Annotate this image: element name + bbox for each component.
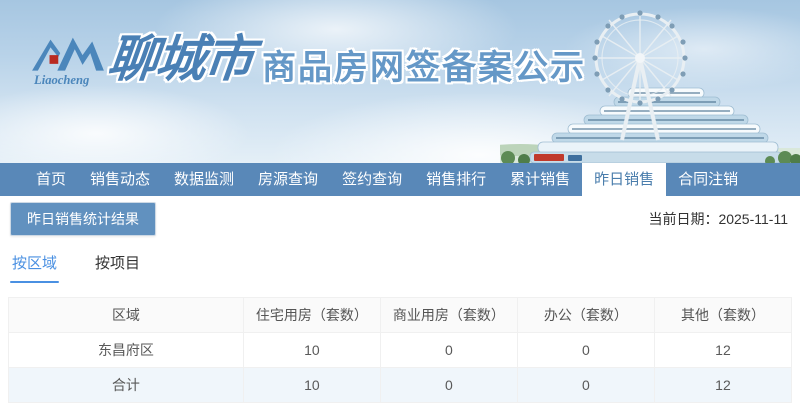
sales-table-wrap: 区域住宅用房（套数）商业用房（套数）办公（套数）其他（套数） 东昌府区10001… — [8, 297, 792, 403]
column-header: 办公（套数） — [517, 298, 654, 333]
nav-item-cumulative-sales[interactable]: 累计销售 — [498, 163, 582, 196]
nav-item-housing-query[interactable]: 房源查询 — [246, 163, 330, 196]
nav-item-sales-ranking[interactable]: 销售排行 — [414, 163, 498, 196]
nav-item-yesterday-sales[interactable]: 昨日销售 — [582, 163, 666, 196]
svg-text:Liaocheng: Liaocheng — [33, 73, 89, 87]
value-cell: 0 — [380, 333, 517, 368]
value-cell: 0 — [517, 333, 654, 368]
value-cell: 10 — [243, 368, 380, 403]
nav-item-signing-query[interactable]: 签约查询 — [330, 163, 414, 196]
column-header: 区域 — [9, 298, 244, 333]
content: 昨日销售统计结果 当前日期：2025-11-11 按区域 按项目 区域住宅用房（套… — [0, 196, 800, 403]
region-cell: 合计 — [9, 368, 244, 403]
yesterday-sales-result-button[interactable]: 昨日销售统计结果 — [10, 202, 156, 236]
site-name: 聊城市 — [105, 26, 256, 92]
value-cell: 12 — [654, 368, 791, 403]
nav-item-data-monitoring[interactable]: 数据监测 — [162, 163, 246, 196]
liaocheng-logo-icon: Liaocheng — [28, 26, 106, 92]
value-cell: 0 — [517, 368, 654, 403]
table-row-dongchangfu: 东昌府区100012 — [9, 333, 792, 368]
site-header: Liaocheng 聊城市 商品房网签备案公示 — [0, 0, 800, 163]
value-cell: 0 — [380, 368, 517, 403]
value-cell: 12 — [654, 333, 791, 368]
nav-item-sales-dynamics[interactable]: 销售动态 — [78, 163, 162, 196]
region-cell: 东昌府区 — [9, 333, 244, 368]
value-cell: 10 — [243, 333, 380, 368]
main-nav: 首页销售动态数据监测房源查询签约查询销售排行累计销售昨日销售合同注销 — [0, 163, 800, 196]
nav-item-contract-cancellation[interactable]: 合同注销 — [666, 163, 750, 196]
tab-by-project[interactable]: 按项目 — [93, 252, 142, 283]
column-header: 商业用房（套数） — [380, 298, 517, 333]
tab-by-region[interactable]: 按区域 — [10, 252, 59, 283]
table-row-total: 合计100012 — [9, 368, 792, 403]
current-date-value: 2025-11-11 — [718, 211, 788, 227]
current-date-label: 当前日期： — [648, 211, 718, 227]
site-title: 商品房网签备案公示 — [262, 50, 586, 86]
view-tabs: 按区域 按项目 — [10, 252, 800, 283]
column-header: 住宅用房（套数） — [243, 298, 380, 333]
sales-table: 区域住宅用房（套数）商业用房（套数）办公（套数）其他（套数） 东昌府区10001… — [8, 297, 792, 403]
nav-item-home[interactable]: 首页 — [24, 163, 78, 196]
current-date: 当前日期：2025-11-11 — [648, 209, 788, 229]
column-header: 其他（套数） — [654, 298, 791, 333]
toolbar: 昨日销售统计结果 当前日期：2025-11-11 — [0, 196, 800, 236]
